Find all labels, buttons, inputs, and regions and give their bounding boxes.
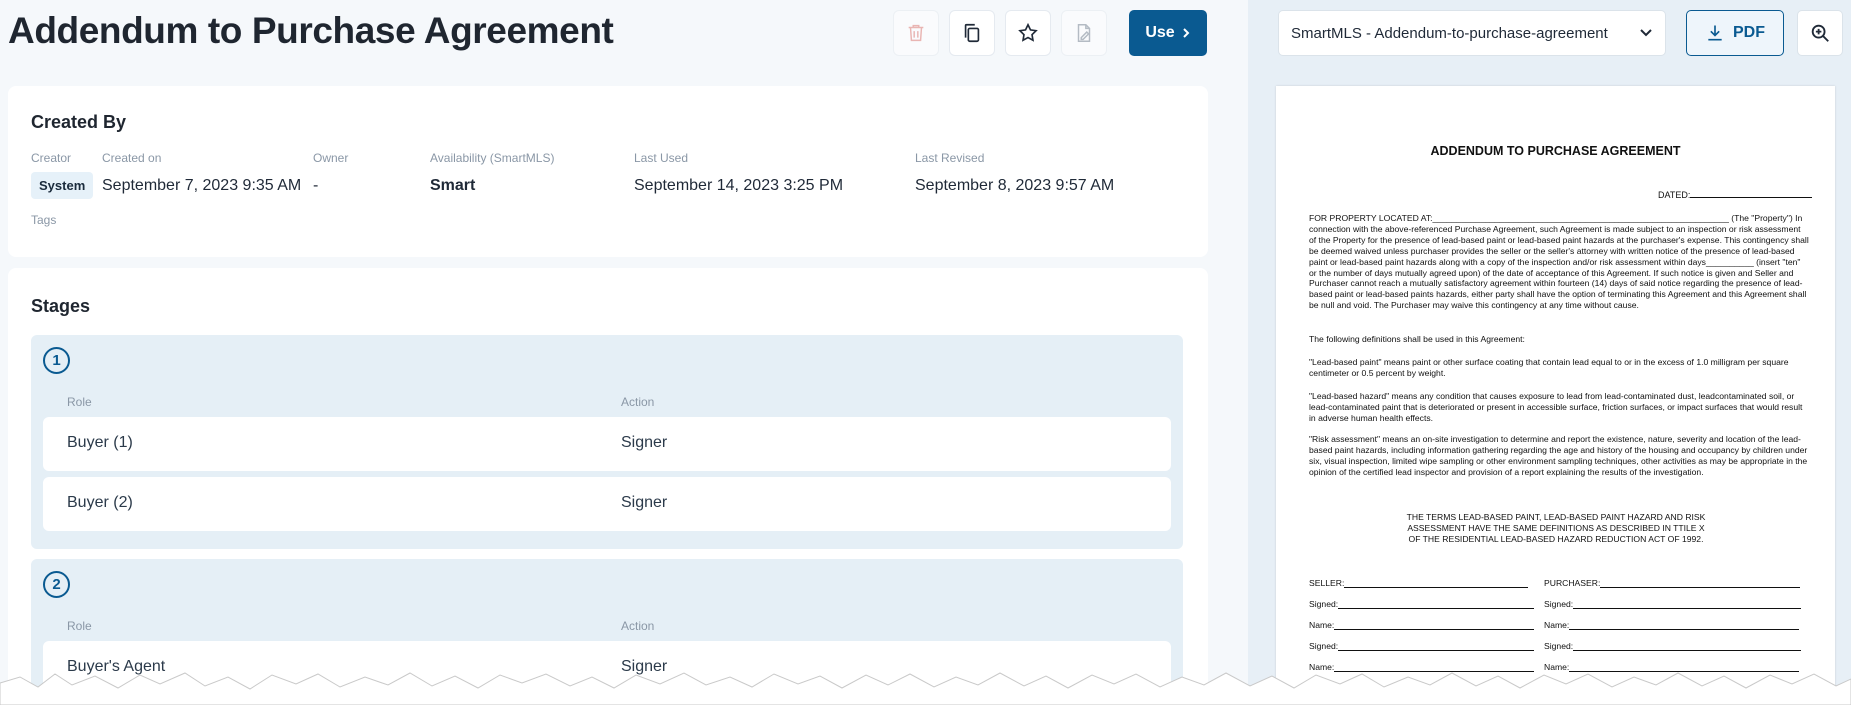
zoom-in-icon: [1811, 24, 1829, 42]
favorite-button[interactable]: [1005, 10, 1051, 56]
copy-icon: [964, 23, 980, 43]
signed-line: Signed:: [1544, 599, 1802, 609]
created-on-label: Created on: [102, 151, 162, 165]
document-select[interactable]: SmartMLS - Addendum-to-purchase-agreemen…: [1278, 10, 1666, 56]
stage-number-badge: 1: [43, 347, 70, 374]
stages-heading: Stages: [31, 296, 91, 316]
creator-label: Creator: [31, 151, 72, 165]
stages-card: Stages 1 Role Action Buyer (1) Signer Bu…: [8, 268, 1208, 705]
doc-dated: DATED:: [1658, 190, 1813, 200]
use-button-label: Use: [1145, 24, 1175, 41]
page-title: Addendum to Purchase Agreement: [8, 10, 614, 51]
star-icon: [1018, 22, 1038, 42]
download-pdf-button[interactable]: PDF: [1686, 10, 1784, 56]
last-revised-label: Last Revised: [915, 151, 985, 165]
chevron-right-icon: [1182, 28, 1190, 38]
name-line: Name:: [1309, 620, 1535, 630]
stage-1: 1 Role Action Buyer (1) Signer Buyer (2)…: [31, 335, 1183, 549]
pdf-button-label: PDF: [1733, 24, 1765, 41]
doc-heading: ADDENDUM TO PURCHASE AGREEMENT: [1430, 144, 1681, 158]
created-by-card: Created By Creator System Created on Sep…: [8, 86, 1208, 257]
doc-paragraph: The following definitions shall be used …: [1309, 334, 1525, 344]
availability-label: Availability (SmartMLS): [430, 151, 555, 165]
role-value: Buyer (1): [67, 434, 133, 451]
name-line: Name:: [1544, 620, 1800, 630]
duplicate-button[interactable]: [949, 10, 995, 56]
action-value: Signer: [621, 494, 668, 511]
action-value: Signer: [621, 434, 668, 451]
doc-paragraph: "Risk assessment" means an on-site inves…: [1309, 434, 1808, 477]
delete-button[interactable]: [893, 10, 939, 56]
trash-icon: [908, 24, 924, 42]
zoom-in-button[interactable]: [1797, 10, 1843, 56]
pdf-page-preview: ADDENDUM TO PURCHASE AGREEMENT DATED: FO…: [1276, 86, 1835, 705]
last-used-value: September 14, 2023 3:25 PM: [634, 177, 844, 194]
owner-value: -: [313, 177, 319, 194]
doc-notice-line: THE TERMS LEAD-BASED PAINT, LEAD-BASED P…: [1406, 512, 1706, 522]
action-column-label: Action: [621, 619, 655, 633]
download-icon: [1708, 25, 1722, 41]
stage-row[interactable]: Buyer (2) Signer: [43, 477, 1171, 531]
use-button[interactable]: Use: [1129, 10, 1207, 56]
document-edit-icon: [1077, 24, 1091, 42]
last-revised-value: September 8, 2023 9:57 AM: [915, 177, 1115, 194]
seller-signature-line: SELLER:: [1309, 578, 1529, 588]
doc-paragraph: "Lead-based paint" means paint or other …: [1309, 357, 1789, 378]
action-column-label: Action: [621, 395, 655, 409]
purchaser-signature-line: PURCHASER:: [1544, 578, 1801, 588]
role-column-label: Role: [67, 619, 92, 633]
creator-badge: System: [31, 172, 94, 199]
stage-number-badge: 2: [43, 571, 70, 598]
created-on-value: September 7, 2023 9:35 AM: [102, 177, 302, 194]
tags-label: Tags: [31, 213, 57, 227]
chevron-down-icon: [1640, 29, 1652, 37]
doc-paragraph: FOR PROPERTY LOCATED AT:________________…: [1309, 213, 1809, 311]
doc-paragraph: "Lead-based hazard" means any condition …: [1309, 391, 1803, 423]
document-select-value: SmartMLS - Addendum-to-purchase-agreemen…: [1291, 24, 1608, 42]
owner-label: Owner: [313, 151, 349, 165]
role-value: Buyer (2): [67, 494, 133, 511]
signed-line: Signed:: [1309, 641, 1535, 651]
stage-row[interactable]: Buyer (1) Signer: [43, 417, 1171, 471]
created-by-heading: Created By: [31, 112, 127, 132]
toolbar: [893, 10, 1107, 56]
document-preview-pane: SmartMLS - Addendum-to-purchase-agreemen…: [1248, 0, 1851, 705]
availability-value: Smart: [430, 177, 476, 194]
template-detail-pane: Addendum to Purchase Agreement Use Creat…: [0, 0, 1248, 705]
doc-notice-line: OF THE RESIDENTIAL LEAD-BASED HAZARD RED…: [1408, 534, 1704, 544]
signed-line: Signed:: [1544, 641, 1802, 651]
role-column-label: Role: [67, 395, 92, 409]
signed-line: Signed:: [1309, 599, 1535, 609]
edit-document-button[interactable]: [1061, 10, 1107, 56]
last-used-label: Last Used: [634, 151, 689, 165]
doc-notice-line: ASSESSMENT HAVE THE SAME DEFINITIONS AS …: [1407, 523, 1705, 533]
torn-edge-decoration: [0, 672, 1851, 705]
